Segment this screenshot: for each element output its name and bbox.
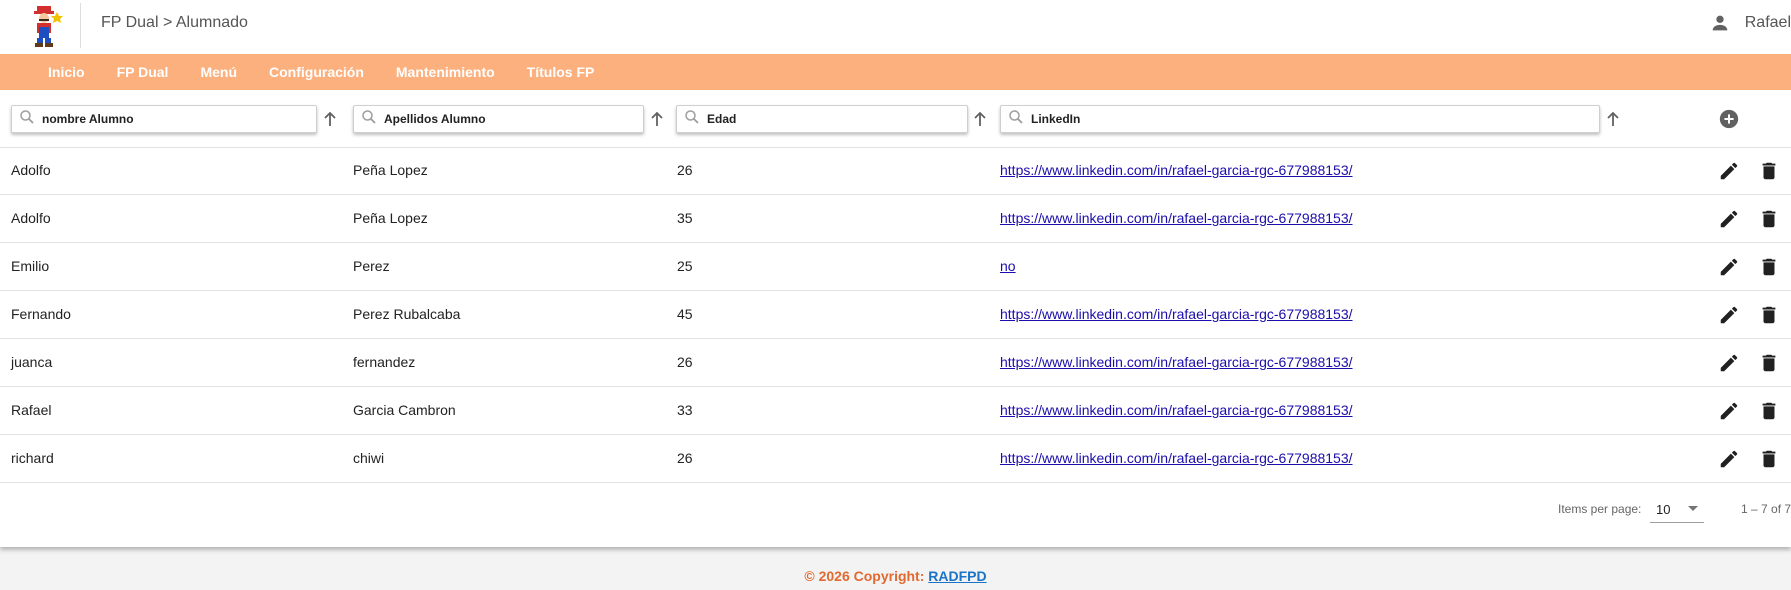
footer: © 2026 Copyright: RADFPD: [0, 568, 1791, 584]
table-row: Rafael Garcia Cambron 33 https://www.lin…: [0, 387, 1791, 435]
filter-header-row: [0, 90, 1791, 148]
apellidos-sort-arrow-up-icon[interactable]: [650, 110, 664, 128]
linkedin-link[interactable]: no: [1000, 258, 1016, 274]
cell-edad: 45: [677, 306, 693, 322]
trash-icon[interactable]: [1758, 160, 1780, 182]
table-row: Emilio Perez 25 no: [0, 243, 1791, 291]
add-circle-icon[interactable]: [1718, 108, 1740, 130]
nav-item-mantenimiento[interactable]: Mantenimiento: [396, 64, 495, 80]
cell-edad: 26: [677, 162, 693, 178]
trash-icon[interactable]: [1758, 400, 1780, 422]
students-table-card: Adolfo Peña Lopez 26 https://www.linkedi…: [0, 90, 1791, 547]
cell-apellidos: Peña Lopez: [353, 210, 428, 226]
nav-item-fp-dual[interactable]: FP Dual: [117, 64, 169, 80]
cell-edad: 26: [677, 354, 693, 370]
pencil-icon[interactable]: [1718, 304, 1740, 326]
cell-apellidos: Garcia Cambron: [353, 402, 456, 418]
linkedin-filter-input[interactable]: [1025, 111, 1599, 127]
items-per-page-label: Items per page:: [1558, 502, 1642, 516]
linkedin-link[interactable]: https://www.linkedin.com/in/rafael-garci…: [1000, 354, 1353, 370]
header-divider: [80, 3, 81, 48]
pencil-icon[interactable]: [1718, 400, 1740, 422]
person-icon: [1709, 12, 1731, 34]
copyright-text: © 2026 Copyright:: [804, 568, 925, 584]
cell-nombre: Fernando: [11, 306, 71, 322]
mario-logo-icon[interactable]: [24, 4, 64, 48]
table-row: richard chiwi 26 https://www.linkedin.co…: [0, 435, 1791, 483]
page-size-select[interactable]: 10: [1650, 494, 1704, 523]
footer-link[interactable]: RADFPD: [928, 568, 986, 584]
search-icon: [683, 108, 701, 131]
pencil-icon[interactable]: [1718, 448, 1740, 470]
cell-apellidos: Perez: [353, 258, 390, 274]
pencil-icon[interactable]: [1718, 208, 1740, 230]
edad-filter-input[interactable]: [701, 111, 967, 127]
cell-nombre: Adolfo: [11, 210, 51, 226]
page-size-value: 10: [1656, 502, 1671, 517]
linkedin-link[interactable]: https://www.linkedin.com/in/rafael-garci…: [1000, 402, 1353, 418]
cell-nombre: Emilio: [11, 258, 50, 274]
trash-icon[interactable]: [1758, 352, 1780, 374]
apellidos-filter-input[interactable]: [378, 111, 643, 127]
edad-filter-field[interactable]: [676, 105, 968, 133]
paginator: Items per page: 10 1 – 7 of 7: [0, 490, 1791, 530]
cell-nombre: richard: [11, 450, 54, 466]
trash-icon[interactable]: [1758, 256, 1780, 278]
search-icon: [1007, 108, 1025, 131]
linkedin-link[interactable]: https://www.linkedin.com/in/rafael-garci…: [1000, 450, 1353, 466]
cell-nombre: Adolfo: [11, 162, 51, 178]
apellidos-filter-field[interactable]: [353, 105, 644, 133]
table-row: Adolfo Peña Lopez 35 https://www.linkedi…: [0, 195, 1791, 243]
cell-nombre: juanca: [11, 354, 53, 370]
linkedin-filter-field[interactable]: [1000, 105, 1600, 133]
search-icon: [360, 108, 378, 131]
cell-apellidos: fernandez: [353, 354, 416, 370]
nombre-filter-input[interactable]: [36, 111, 316, 127]
nav-item-menu[interactable]: Menú: [200, 64, 237, 80]
nav-item-inicio[interactable]: Inicio: [48, 64, 85, 80]
linkedin-link[interactable]: https://www.linkedin.com/in/rafael-garci…: [1000, 306, 1353, 322]
main-nav: Inicio FP Dual Menú Configuración Manten…: [0, 54, 1791, 90]
linkedin-sort-arrow-up-icon[interactable]: [1606, 110, 1620, 128]
pencil-icon[interactable]: [1718, 160, 1740, 182]
table-row: Adolfo Peña Lopez 26 https://www.linkedi…: [0, 147, 1791, 195]
nombre-sort-arrow-up-icon[interactable]: [323, 110, 337, 128]
page-range-label: 1 – 7 of 7: [1741, 502, 1791, 516]
pencil-icon[interactable]: [1718, 352, 1740, 374]
user-menu[interactable]: Rafael: [1709, 12, 1791, 34]
cell-nombre: Rafael: [11, 402, 52, 418]
cell-apellidos: Perez Rubalcaba: [353, 306, 461, 322]
edad-sort-arrow-up-icon[interactable]: [973, 110, 987, 128]
linkedin-link[interactable]: https://www.linkedin.com/in/rafael-garci…: [1000, 210, 1353, 226]
trash-icon[interactable]: [1758, 304, 1780, 326]
nav-item-configuracion[interactable]: Configuración: [269, 64, 364, 80]
cell-apellidos: Peña Lopez: [353, 162, 428, 178]
pencil-icon[interactable]: [1718, 256, 1740, 278]
user-name: Rafael: [1744, 14, 1791, 31]
top-header: FP Dual > Alumnado Rafael: [0, 0, 1791, 54]
cell-edad: 33: [677, 402, 693, 418]
breadcrumb: FP Dual > Alumnado: [101, 14, 248, 31]
nav-item-titulos-fp[interactable]: Títulos FP: [527, 64, 595, 80]
cell-edad: 35: [677, 210, 693, 226]
search-icon: [18, 108, 36, 131]
trash-icon[interactable]: [1758, 448, 1780, 470]
cell-edad: 25: [677, 258, 693, 274]
nombre-filter-field[interactable]: [11, 105, 317, 133]
trash-icon[interactable]: [1758, 208, 1780, 230]
linkedin-link[interactable]: https://www.linkedin.com/in/rafael-garci…: [1000, 162, 1353, 178]
cell-apellidos: chiwi: [353, 450, 385, 466]
caret-down-icon: [1688, 506, 1698, 511]
table-row: Fernando Perez Rubalcaba 45 https://www.…: [0, 291, 1791, 339]
cell-edad: 26: [677, 450, 693, 466]
table-row: juanca fernandez 26 https://www.linkedin…: [0, 339, 1791, 387]
